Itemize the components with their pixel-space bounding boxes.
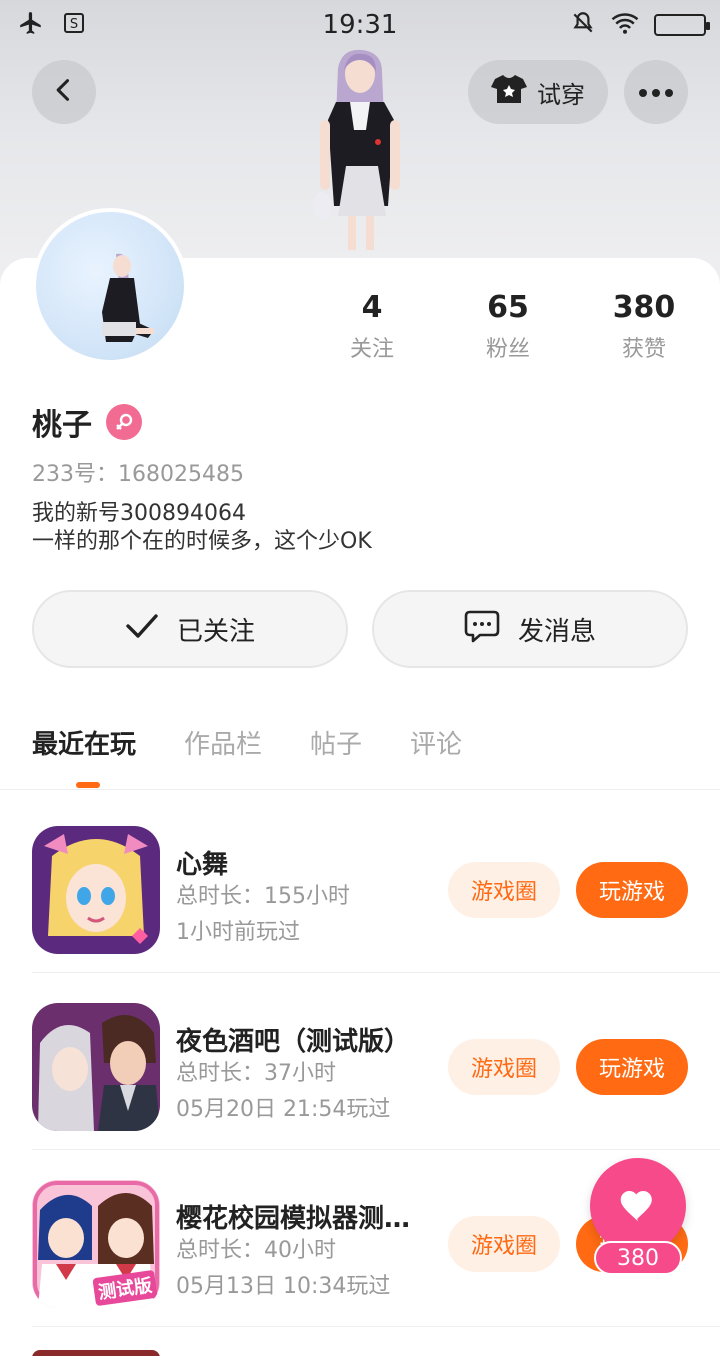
tab-active-indicator — [76, 782, 100, 788]
game-title: 夜色酒吧（测试版） — [176, 1027, 411, 1057]
send-message-label: 发消息 — [517, 616, 596, 647]
play-game-button[interactable]: 玩游戏 — [576, 862, 688, 918]
followed-button[interactable]: 已关注 — [32, 590, 348, 668]
female-icon — [106, 404, 142, 440]
game-icon[interactable] — [32, 1350, 160, 1356]
stat-value: 65 — [487, 290, 529, 325]
game-duration: 总时长：37小时 — [176, 1061, 336, 1086]
divider — [0, 789, 720, 790]
tab-works[interactable]: 作品栏 — [184, 724, 262, 761]
tab-recent-play[interactable]: 最近在玩 — [32, 724, 136, 761]
game-icon[interactable] — [32, 1003, 160, 1131]
bio-line: 一样的那个在的时候多，这个少OK — [32, 529, 372, 554]
user-id: 233号：168025485 — [32, 462, 244, 487]
stat-label: 关注 — [349, 337, 394, 362]
list-item[interactable]: 心舞 总时长：155小时 1小时前玩过 游戏圈 玩游戏 — [0, 796, 720, 973]
avatar[interactable] — [32, 208, 188, 364]
followed-label: 已关注 — [176, 616, 255, 647]
profile-name: 桃子 — [32, 408, 92, 443]
name-row: 桃子 — [32, 400, 142, 444]
like-count: 380 — [594, 1241, 682, 1275]
message-icon — [464, 609, 500, 650]
tab-comments[interactable]: 评论 — [410, 724, 462, 761]
game-icon[interactable] — [32, 826, 160, 954]
status-bar: S 19:31 — [0, 0, 720, 50]
game-circle-button[interactable]: 游戏圈 — [448, 1039, 560, 1095]
game-duration: 总时长：155小时 — [176, 884, 350, 909]
check-icon — [125, 612, 159, 647]
game-circle-button[interactable]: 游戏圈 — [448, 1216, 560, 1272]
try-on-button[interactable]: 试穿 — [468, 60, 608, 124]
game-title: 心舞 — [176, 850, 229, 880]
heart-icon — [617, 1185, 659, 1227]
avatar-character-figure — [313, 49, 400, 250]
chevron-left-icon — [50, 76, 78, 108]
stat-value: 380 — [612, 290, 676, 325]
wifi-icon — [610, 10, 640, 40]
try-on-label: 试穿 — [537, 80, 585, 109]
like-button[interactable] — [590, 1158, 686, 1254]
divider — [32, 1326, 720, 1327]
back-button[interactable] — [32, 60, 96, 124]
play-game-button[interactable]: 玩游戏 — [576, 1039, 688, 1095]
stat-label: 获赞 — [621, 337, 666, 362]
more-button[interactable] — [624, 60, 688, 124]
game-last-played: 05月13日 10:34玩过 — [176, 1274, 391, 1299]
profile-bio: 我的新号300894064 一样的那个在的时候多，这个少OK — [32, 500, 372, 556]
tab-posts[interactable]: 帖子 — [310, 724, 362, 761]
more-icon — [638, 83, 674, 102]
stat-followers[interactable]: 65 粉丝 — [448, 290, 568, 363]
battery-icon — [654, 14, 710, 36]
list-item[interactable]: 夜色酒吧（测试版） 总时长：37小时 05月20日 21:54玩过 游戏圈 玩游… — [0, 973, 720, 1150]
shirt-icon — [491, 73, 527, 111]
profile-tabs: 最近在玩 作品栏 帖子 评论 — [32, 724, 462, 761]
send-message-button[interactable]: 发消息 — [372, 590, 688, 668]
stat-likes[interactable]: 380 获赞 — [584, 290, 704, 363]
stat-label: 粉丝 — [485, 337, 530, 362]
game-last-played: 05月20日 21:54玩过 — [176, 1097, 391, 1122]
stat-value: 4 — [361, 290, 383, 325]
mute-icon — [570, 10, 596, 40]
bio-line: 我的新号300894064 — [32, 501, 246, 526]
game-icon[interactable]: 测试版 — [32, 1180, 160, 1308]
game-title: 樱花校园模拟器测… — [176, 1204, 411, 1234]
game-circle-button[interactable]: 游戏圈 — [448, 862, 560, 918]
game-duration: 总时长：40小时 — [176, 1238, 336, 1263]
stat-following[interactable]: 4 关注 — [312, 290, 432, 363]
game-last-played: 1小时前玩过 — [176, 920, 300, 945]
